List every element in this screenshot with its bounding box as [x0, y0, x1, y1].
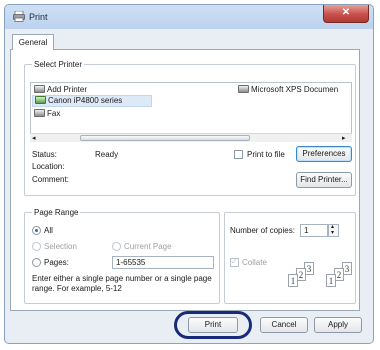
print-button-highlight: [174, 311, 252, 339]
current-page-radio[interactable]: [112, 242, 121, 251]
print-to-file-checkbox[interactable]: [234, 150, 243, 159]
preferences-button[interactable]: Preferences: [296, 146, 352, 162]
scroll-right-icon[interactable]: ▸: [342, 134, 346, 142]
printer-item-canon[interactable]: Canon iP4800 series: [32, 95, 152, 107]
printer-item-add[interactable]: Add Printer: [34, 85, 87, 94]
copies-label: Number of copies:: [230, 226, 295, 235]
pages-radio[interactable]: [32, 258, 41, 267]
find-printer-button[interactable]: Find Printer...: [296, 172, 352, 188]
all-label: All: [44, 226, 53, 235]
window-title: Print: [29, 12, 48, 22]
collate-illustration-b: 3 2 1: [322, 262, 362, 292]
cancel-button[interactable]: Cancel: [260, 317, 308, 333]
collate-page: 1: [326, 274, 336, 287]
pages-input[interactable]: 1-65535: [112, 256, 214, 269]
collate-checkbox[interactable]: ✓: [230, 257, 239, 267]
all-radio[interactable]: [32, 226, 41, 235]
xps-printer-icon: [238, 85, 249, 93]
check-printer-icon: [35, 96, 46, 104]
page-range-hint: Enter either a single page number or a s…: [32, 274, 212, 293]
page-range-label: Page Range: [32, 208, 81, 217]
fax-icon: [34, 109, 45, 117]
collate-illustration-a: 3 2 1: [284, 262, 324, 292]
apply-button[interactable]: Apply: [314, 317, 362, 333]
location-label: Location:: [32, 162, 65, 171]
pages-label: Pages:: [44, 258, 69, 267]
collate-page: 1: [288, 274, 298, 287]
scroll-left-icon[interactable]: ◂: [32, 134, 36, 142]
collate-label: Collate: [242, 258, 267, 267]
status-value: Ready: [95, 150, 119, 159]
selection-label: Selection: [44, 242, 77, 251]
tab-general[interactable]: General: [12, 34, 54, 50]
printer-item-xps[interactable]: Microsoft XPS Documen: [238, 85, 338, 94]
print-to-file-label: Print to file: [247, 150, 285, 159]
comment-label: Comment:: [32, 175, 69, 184]
check-mark-icon: ✓: [231, 257, 238, 266]
selection-radio[interactable]: [32, 242, 41, 251]
copies-spinner[interactable]: ▴ ▾: [328, 224, 339, 237]
select-printer-label: Select Printer: [32, 60, 85, 69]
printer-icon: [13, 11, 25, 22]
status-label: Status:: [32, 150, 57, 159]
spin-down-icon[interactable]: ▾: [331, 229, 334, 236]
copies-input[interactable]: 1: [300, 224, 328, 237]
add-printer-icon: [34, 85, 45, 93]
scrollbar-thumb[interactable]: [80, 135, 250, 141]
current-page-label: Current Page: [124, 242, 172, 251]
printer-list-scrollbar[interactable]: ◂ ▸: [30, 133, 352, 142]
close-icon: ✕: [341, 7, 351, 18]
close-button[interactable]: ✕: [323, 5, 369, 23]
printer-item-fax[interactable]: Fax: [34, 109, 60, 118]
